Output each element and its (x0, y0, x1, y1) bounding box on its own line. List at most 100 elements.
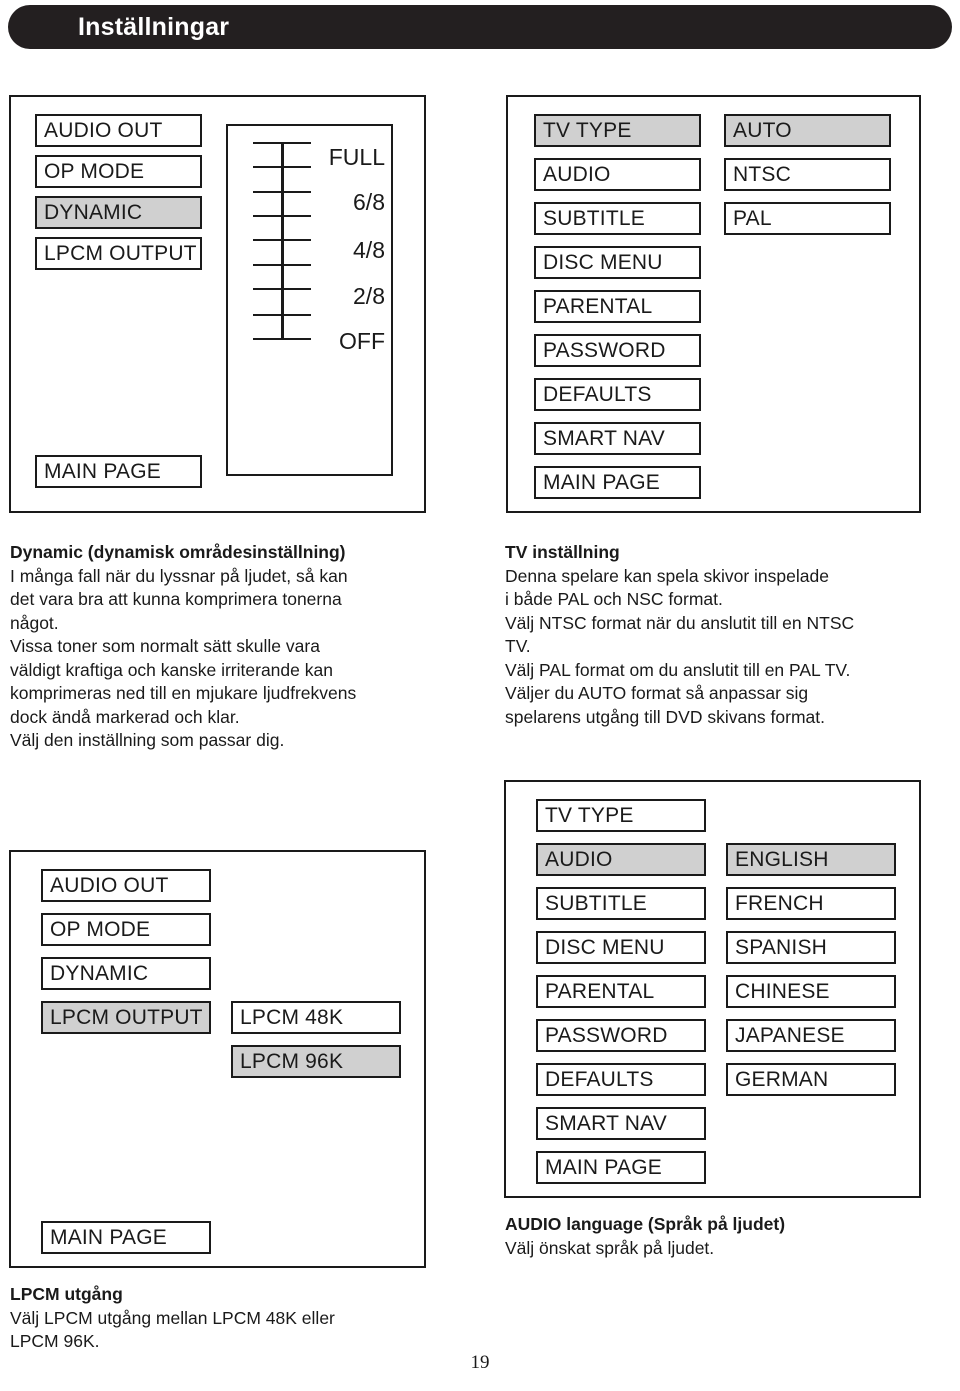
osd-option-japanese[interactable]: JAPANESE (726, 1019, 896, 1052)
description-tv: TV inställning Denna spelare kan spela s… (505, 541, 955, 729)
osd-menu-item-label: MAIN PAGE (44, 460, 161, 483)
osd-panel-audio-language: TV TYPE AUDIO SUBTITLE DISC MENU PARENTA… (504, 780, 921, 1198)
description-line: Välj önskat språk på ljudet. (505, 1237, 715, 1258)
osd-menu-item-op-mode[interactable]: OP MODE (41, 913, 211, 946)
osd-menu-item-label: DEFAULTS (545, 1068, 654, 1091)
osd-menu-item-password[interactable]: PASSWORD (536, 1019, 706, 1052)
scale-label-full: FULL (328, 144, 385, 170)
osd-menu-item-label: DISC MENU (545, 936, 665, 959)
osd-panel-tv-type: TV TYPE AUDIO SUBTITLE DISC MENU PARENTA… (506, 95, 921, 513)
osd-menu-item-disc-menu[interactable]: DISC MENU (536, 931, 706, 964)
osd-menu-item-label: MAIN PAGE (50, 1226, 167, 1249)
osd-option-ntsc[interactable]: NTSC (724, 158, 891, 191)
osd-menu-item-subtitle[interactable]: SUBTITLE (534, 202, 701, 235)
osd-menu-item-tv-type[interactable]: TV TYPE (534, 114, 701, 147)
description-audio-language: AUDIO language (Språk på ljudet) Välj ön… (505, 1213, 955, 1260)
osd-menu-item-label: SMART NAV (545, 1112, 667, 1135)
osd-menu-item-lpcm-output[interactable]: LPCM OUTPUT (35, 237, 202, 270)
osd-menu-item-label: OP MODE (50, 918, 151, 941)
osd-menu-item-parental[interactable]: PARENTAL (536, 975, 706, 1008)
description-line: Vissa toner som normalt sätt skulle vara (10, 636, 320, 656)
description-lpcm: LPCM utgång Välj LPCM utgång mellan LPCM… (10, 1283, 460, 1354)
description-line: LPCM 96K. (10, 1331, 100, 1351)
osd-option-german[interactable]: GERMAN (726, 1063, 896, 1096)
description-line: väldigt kraftiga och kanske irriterande … (10, 659, 333, 680)
page-header-bar: Inställningar (8, 5, 952, 49)
osd-menu-item-defaults[interactable]: DEFAULTS (536, 1063, 706, 1096)
osd-menu-item-smart-nav[interactable]: SMART NAV (534, 422, 701, 455)
osd-option-lpcm-96k[interactable]: LPCM 96K (231, 1045, 401, 1078)
osd-option-label: JAPANESE (735, 1024, 845, 1047)
osd-menu-item-main-page[interactable]: MAIN PAGE (536, 1151, 706, 1184)
osd-option-french[interactable]: FRENCH (726, 887, 896, 920)
osd-menu-item-label: SMART NAV (543, 427, 665, 450)
osd-option-chinese[interactable]: CHINESE (726, 975, 896, 1008)
scale-tick (253, 338, 311, 340)
osd-menu-item-label: SUBTITLE (543, 207, 645, 230)
osd-menu-item-label: AUDIO OUT (44, 119, 163, 142)
description-line: något. (10, 612, 59, 633)
osd-menu-item-disc-menu[interactable]: DISC MENU (534, 246, 701, 279)
description-line: det vara bra att kunna komprimera tonern… (10, 589, 342, 609)
description-line: Välj PAL format om du anslutit till en P… (505, 659, 851, 680)
osd-menu-item-label: PARENTAL (545, 980, 655, 1003)
osd-option-label: AUTO (733, 119, 792, 142)
osd-option-spanish[interactable]: SPANISH (726, 931, 896, 964)
osd-menu-item-label: MAIN PAGE (545, 1156, 662, 1179)
osd-menu-item-lpcm-output[interactable]: LPCM OUTPUT (41, 1001, 211, 1034)
osd-menu-item-audio[interactable]: AUDIO (534, 158, 701, 191)
osd-menu-item-label: TV TYPE (545, 804, 634, 827)
osd-option-lpcm-48k[interactable]: LPCM 48K (231, 1001, 401, 1034)
scale-label-off: OFF (339, 328, 385, 354)
osd-menu-item-subtitle[interactable]: SUBTITLE (536, 887, 706, 920)
osd-menu-item-op-mode[interactable]: OP MODE (35, 155, 202, 188)
osd-menu-item-label: MAIN PAGE (543, 471, 660, 494)
osd-option-auto[interactable]: AUTO (724, 114, 891, 147)
osd-menu-item-defaults[interactable]: DEFAULTS (534, 378, 701, 411)
osd-menu-item-label: DEFAULTS (543, 383, 652, 406)
osd-menu-item-audio-out[interactable]: AUDIO OUT (41, 869, 211, 902)
osd-menu-item-label: TV TYPE (543, 119, 632, 142)
osd-panel-dynamic: AUDIO OUT OP MODE DYNAMIC LPCM OUTPUT MA… (9, 95, 426, 513)
osd-option-label: NTSC (733, 163, 791, 186)
description-title: Dynamic (dynamisk områdesinställning) (10, 542, 346, 562)
osd-menu-item-label: PASSWORD (543, 339, 666, 362)
description-line: i både PAL och NSC format. (505, 589, 723, 609)
osd-option-label: PAL (733, 207, 772, 230)
osd-menu-item-parental[interactable]: PARENTAL (534, 290, 701, 323)
scale-tick (253, 264, 311, 266)
osd-option-label: LPCM 96K (240, 1050, 344, 1073)
osd-menu-item-audio-out[interactable]: AUDIO OUT (35, 114, 202, 147)
osd-menu-item-label: AUDIO (543, 163, 611, 186)
osd-menu-item-dynamic[interactable]: DYNAMIC (41, 957, 211, 990)
osd-menu-item-label: DYNAMIC (44, 201, 143, 224)
osd-menu-item-tv-type[interactable]: TV TYPE (536, 799, 706, 832)
osd-menu-item-label: LPCM OUTPUT (50, 1006, 203, 1029)
osd-menu-item-label: PASSWORD (545, 1024, 668, 1047)
osd-menu-item-audio[interactable]: AUDIO (536, 843, 706, 876)
osd-menu-item-main-page[interactable]: MAIN PAGE (35, 455, 202, 488)
osd-menu-item-label: PARENTAL (543, 295, 653, 318)
scale-label-4-8: 4/8 (353, 237, 385, 263)
osd-menu-item-dynamic[interactable]: DYNAMIC (35, 196, 202, 229)
page-title: Inställningar (78, 12, 230, 41)
osd-menu-item-label: AUDIO OUT (50, 874, 169, 897)
scale-tick (253, 239, 311, 241)
osd-menu-item-smart-nav[interactable]: SMART NAV (536, 1107, 706, 1140)
description-line: Välj den inställning som passar dig. (10, 730, 285, 750)
description-line: spelarens utgång till DVD skivans format… (505, 706, 825, 727)
description-line: I många fall när du lyssnar på ljudet, s… (10, 565, 348, 586)
osd-menu-item-main-page[interactable]: MAIN PAGE (534, 466, 701, 499)
osd-option-pal[interactable]: PAL (724, 202, 891, 235)
osd-menu-item-password[interactable]: PASSWORD (534, 334, 701, 367)
osd-menu-item-label: AUDIO (545, 848, 613, 871)
scale-label-6-8: 6/8 (353, 189, 385, 215)
osd-option-label: FRENCH (735, 892, 824, 915)
osd-option-english[interactable]: ENGLISH (726, 843, 896, 876)
osd-menu-item-main-page[interactable]: MAIN PAGE (41, 1221, 211, 1254)
scale-tick (253, 166, 311, 168)
description-line: Välj NTSC format när du anslutit till en… (505, 612, 855, 633)
scale-tick (253, 142, 311, 144)
manual-page: Inställningar AUDIO OUT OP MODE DYNAMIC … (0, 0, 960, 1391)
description-dynamic: Dynamic (dynamisk områdesinställning) I … (10, 541, 460, 753)
